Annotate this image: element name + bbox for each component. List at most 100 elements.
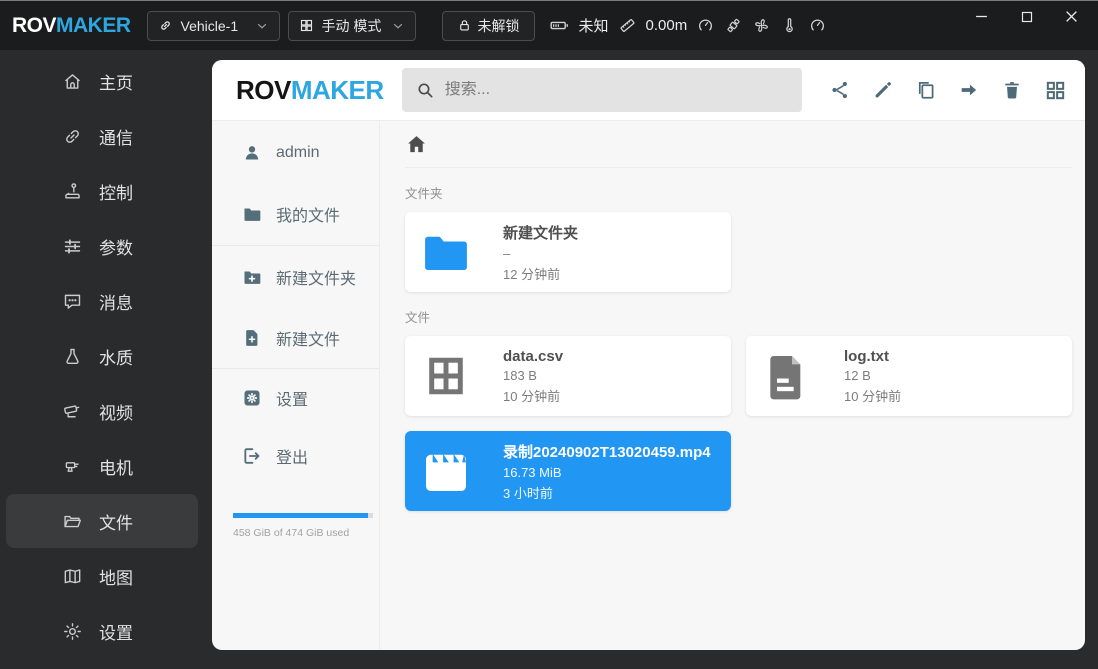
sidebar-item-home[interactable]: 主页 [6, 54, 198, 108]
folder-plus-icon [242, 267, 262, 287]
battery-status-value: 未知 [579, 15, 609, 36]
username-label: admin [276, 144, 320, 162]
new-file-label: 新建文件 [276, 326, 340, 350]
folder-card[interactable]: 新建文件夹 – 12 分钟前 [405, 212, 731, 292]
file-card[interactable]: data.csv 183 B 10 分钟前 [405, 336, 731, 416]
search-box[interactable] [402, 68, 802, 112]
sidebar: 主页 通信 控制 参数 消息 水质 视频 电机 文件 地图 设置 [0, 50, 210, 669]
maximize-button[interactable] [1004, 2, 1049, 31]
storage-bar-track [233, 513, 373, 518]
minimize-button[interactable] [959, 2, 1004, 31]
file-browser: 文件夹 新建文件夹 – 12 分钟前 文件 [380, 121, 1085, 650]
joystick-icon [62, 181, 83, 202]
file-card-selected[interactable]: 录制20240902T13020459.mp4 16.73 MiB 3 小时前 [405, 431, 731, 511]
file-name: 录制20240902T13020459.mp4 [503, 441, 711, 462]
flask-icon [62, 346, 83, 367]
camera-icon [62, 401, 83, 422]
gauge-icon [696, 16, 715, 35]
settings-item[interactable]: 设置 [212, 369, 379, 427]
file-time: 10 分钟前 [503, 386, 563, 405]
delete-button[interactable] [1001, 79, 1023, 101]
sidebar-item-files[interactable]: 文件 [6, 494, 198, 548]
close-button[interactable] [1049, 2, 1094, 31]
map-icon [62, 566, 83, 587]
file-time: 3 小时前 [503, 483, 711, 502]
my-files-item[interactable]: 我的文件 [212, 183, 379, 245]
new-folder-item[interactable]: 新建文件夹 [212, 246, 379, 308]
vehicle-dropdown[interactable]: Vehicle-1 [147, 11, 280, 41]
folders-section-label: 文件夹 [405, 183, 1072, 202]
user-icon [242, 143, 262, 163]
gear-square-icon [242, 388, 262, 408]
sidebar-item-label: 地图 [99, 564, 133, 589]
sidebar-item-label: 通信 [99, 124, 133, 149]
video-clapper-icon [423, 451, 469, 491]
gear-icon [62, 621, 83, 642]
breadcrumb [405, 121, 1072, 168]
file-card[interactable]: log.txt 12 B 10 分钟前 [746, 336, 1072, 416]
sidebar-item-water-quality[interactable]: 水质 [6, 329, 198, 383]
mode-dropdown-value: 手动 模式 [322, 16, 382, 36]
home-icon [62, 71, 83, 92]
sidebar-item-label: 控制 [99, 179, 133, 204]
new-folder-label: 新建文件夹 [276, 265, 356, 289]
my-files-label: 我的文件 [276, 202, 340, 226]
storage-usage-text: 458 GiB of 474 GiB used [233, 527, 372, 539]
sidebar-item-label: 主页 [99, 69, 133, 94]
sidebar-item-label: 视频 [99, 399, 133, 424]
sidebar-item-comms[interactable]: 通信 [6, 109, 198, 163]
copy-button[interactable] [915, 79, 937, 101]
sidebar-item-label: 文件 [99, 509, 133, 534]
file-name: log.txt [844, 348, 901, 365]
rename-button[interactable] [872, 79, 894, 101]
grid-view-button[interactable] [1044, 79, 1067, 102]
file-manager-sidebar: admin 我的文件 新建文件夹 新建文件 [212, 121, 380, 650]
sidebar-item-parameters[interactable]: 参数 [6, 219, 198, 273]
files-section-label: 文件 [405, 307, 1072, 326]
share-button[interactable] [829, 79, 851, 101]
logout-label: 登出 [276, 444, 308, 468]
sliders-icon [62, 236, 83, 257]
settings-label: 设置 [276, 386, 308, 410]
folder-name: 新建文件夹 [503, 222, 578, 243]
gauge-icon [808, 16, 827, 35]
search-input[interactable] [445, 81, 789, 99]
table-grid-icon [423, 353, 469, 399]
sidebar-item-label: 参数 [99, 234, 133, 259]
motor-icon [62, 456, 83, 477]
sidebar-item-motors[interactable]: 电机 [6, 439, 198, 493]
file-manager-logo: ROVMAKER [236, 75, 384, 106]
sidebar-item-label: 电机 [99, 454, 133, 479]
status-indicators: 未知 0.00m [549, 15, 828, 36]
logout-icon [242, 446, 262, 466]
move-button[interactable] [958, 79, 980, 101]
file-size: 12 B [844, 368, 901, 383]
propeller-icon [752, 16, 771, 35]
sidebar-item-map[interactable]: 地图 [6, 549, 198, 603]
sidebar-item-messages[interactable]: 消息 [6, 274, 198, 328]
sidebar-item-video[interactable]: 视频 [6, 384, 198, 438]
breadcrumb-home-icon[interactable] [405, 133, 428, 156]
vehicle-dropdown-value: Vehicle-1 [181, 18, 239, 34]
lock-icon [457, 18, 472, 33]
sidebar-item-label: 消息 [99, 289, 133, 314]
search-icon [415, 80, 435, 100]
file-size: 16.73 MiB [503, 465, 711, 480]
file-manager-header: ROVMAKER [212, 60, 1085, 121]
arm-lock-button[interactable]: 未解锁 [442, 11, 535, 41]
logout-item[interactable]: 登出 [212, 427, 379, 485]
battery-icon [549, 15, 570, 36]
arm-lock-label: 未解锁 [478, 16, 520, 36]
folder-size: – [503, 246, 578, 261]
title-bar: ROVMAKER Vehicle-1 手动 模式 未解锁 未知 0.00 [0, 0, 1098, 50]
sidebar-item-settings[interactable]: 设置 [6, 604, 198, 658]
file-manager-panel: ROVMAKER [212, 60, 1085, 650]
mode-dropdown[interactable]: 手动 模式 [288, 11, 416, 41]
user-account[interactable]: admin [212, 123, 379, 183]
file-time: 10 分钟前 [844, 386, 901, 405]
window-controls [959, 2, 1094, 31]
sidebar-item-control[interactable]: 控制 [6, 164, 198, 218]
storage-indicator: 458 GiB of 474 GiB used [212, 513, 379, 539]
app-logo: ROVMAKER [12, 14, 131, 38]
new-file-item[interactable]: 新建文件 [212, 308, 379, 368]
